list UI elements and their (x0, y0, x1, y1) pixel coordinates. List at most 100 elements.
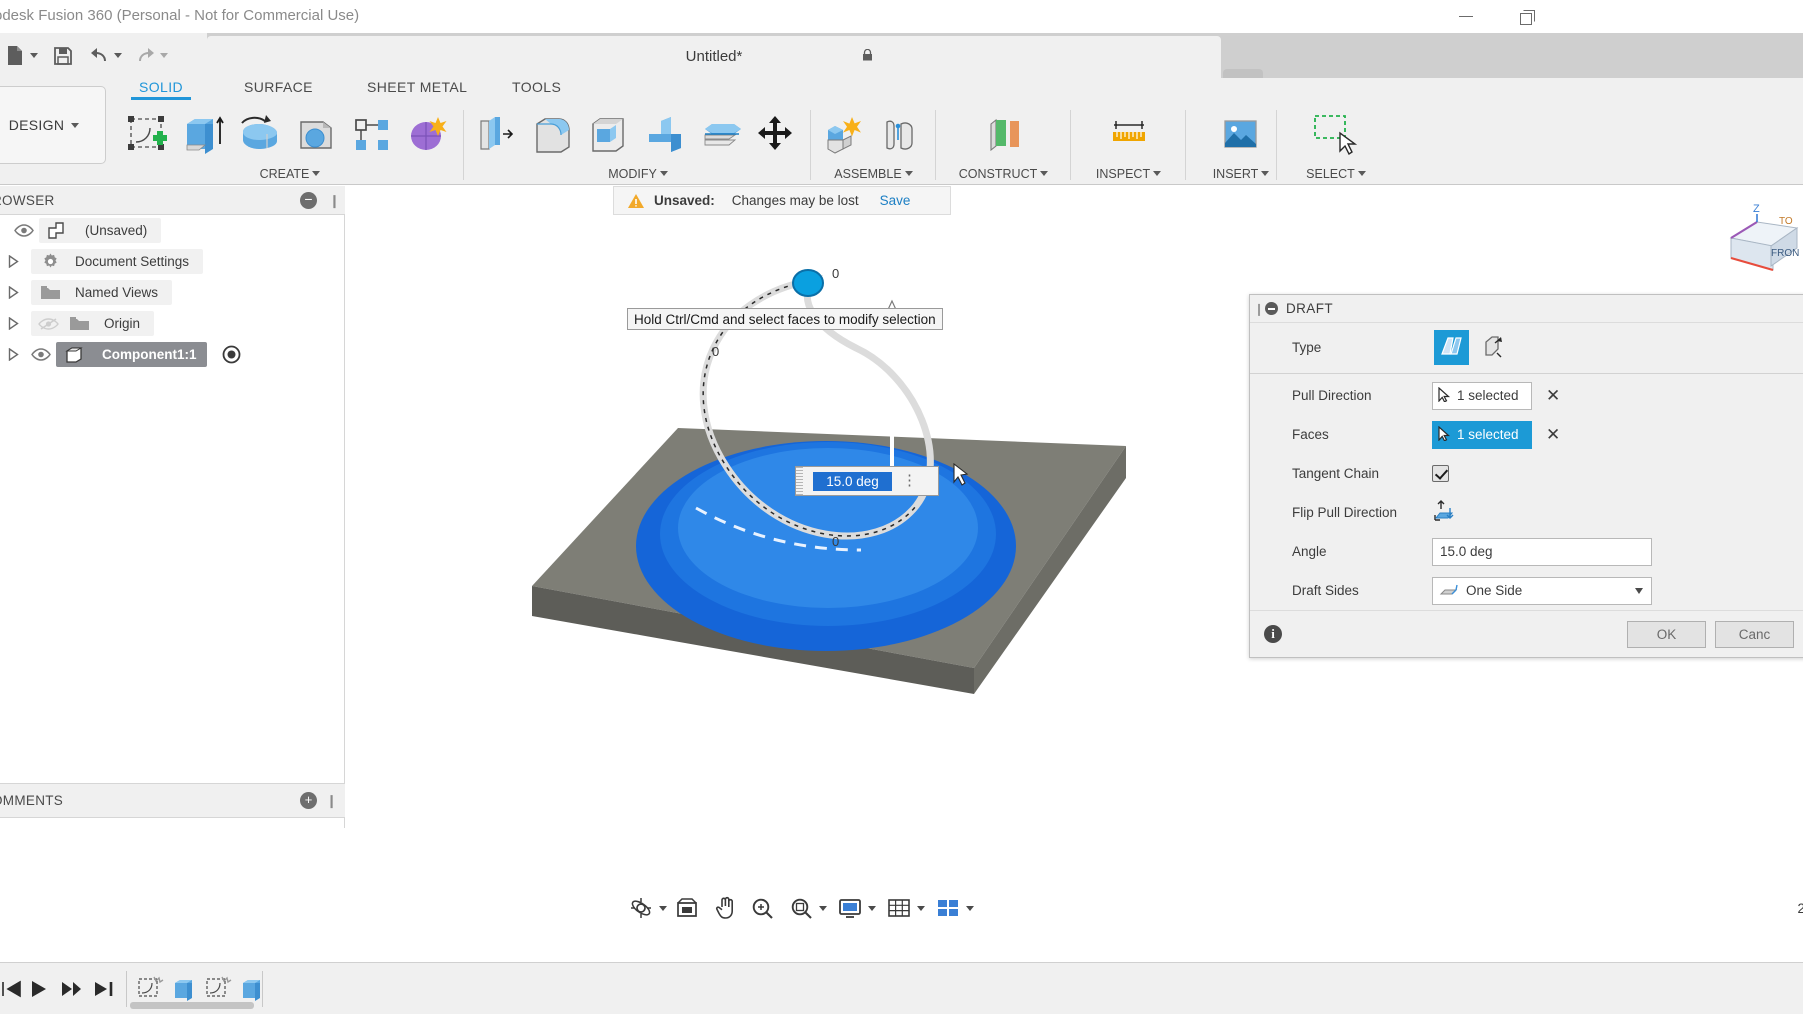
display-settings-icon[interactable] (834, 892, 866, 924)
save-button[interactable] (50, 33, 76, 78)
more-options-icon[interactable]: ⋮ (902, 477, 917, 485)
angle-dimension-input[interactable]: 15.0 deg ⋮ (795, 466, 939, 496)
chevron-down-icon[interactable] (819, 906, 827, 911)
viewports-icon[interactable] (932, 892, 964, 924)
tab-surface[interactable]: SURFACE (244, 79, 313, 95)
chevron-down-icon[interactable] (868, 906, 876, 911)
view-cube[interactable]: Z TO FRON (1703, 194, 1803, 294)
comments-grip-icon[interactable]: ❙ (326, 793, 337, 809)
ribbon-group-modify-label[interactable]: MODIFY (468, 167, 808, 181)
clear-pull-direction-button[interactable]: ✕ (1546, 386, 1560, 406)
new-component-icon[interactable] (816, 106, 872, 164)
browser-item-unsaved[interactable]: (Unsaved) (0, 215, 345, 246)
workspace-selector[interactable]: DESIGN (0, 86, 106, 164)
banner-save-link[interactable]: Save (880, 193, 911, 208)
extrude-feature-icon[interactable] (167, 973, 203, 1005)
browser-item-document-settings[interactable]: Document Settings (0, 246, 345, 277)
create-sketch-icon[interactable] (120, 106, 176, 164)
expand-arrow-icon[interactable] (2, 246, 25, 277)
orbit-icon[interactable] (625, 892, 657, 924)
revolve-icon[interactable] (232, 106, 288, 164)
angle-dimension-value[interactable]: 15.0 deg (813, 472, 892, 491)
tab-sheet-metal[interactable]: SHEET METAL (367, 79, 467, 95)
zoom-icon[interactable] (747, 892, 778, 924)
info-icon[interactable]: i (1264, 625, 1282, 643)
ribbon-group-select-label[interactable]: SELECT (1281, 167, 1391, 181)
extrude-feature-icon[interactable] (235, 973, 271, 1005)
new-file-button[interactable] (2, 33, 44, 78)
measure-icon[interactable] (1101, 106, 1157, 164)
browser-grip-icon[interactable]: ❙ (329, 193, 337, 208)
tangent-chain-checkbox[interactable] (1432, 465, 1449, 482)
ribbon-group-assemble-label[interactable]: ASSEMBLE (816, 167, 931, 181)
sketch-feature-icon[interactable] (201, 973, 237, 1005)
look-at-icon[interactable] (671, 892, 703, 924)
ribbon-group-create-label[interactable]: CREATE (120, 167, 460, 181)
restore-button[interactable] (1503, 0, 1549, 33)
comments-expand-button[interactable]: + (300, 792, 317, 809)
tab-solid[interactable]: SOLID (139, 79, 183, 95)
chevron-down-icon[interactable] (917, 906, 925, 911)
zoom-fit-icon[interactable] (786, 892, 817, 924)
clear-faces-button[interactable]: ✕ (1546, 425, 1560, 445)
document-tab[interactable]: Untitled* (207, 36, 1221, 78)
comments-panel[interactable]: OMMENTS + ❙ (0, 783, 345, 818)
browser-item-origin[interactable]: Origin (0, 308, 345, 339)
visibility-eye-icon[interactable] (25, 339, 56, 370)
offset-plane-icon[interactable] (976, 106, 1032, 164)
chevron-down-icon[interactable] (659, 906, 667, 911)
sketch-feature-icon[interactable] (133, 973, 169, 1005)
chevron-down-icon[interactable] (966, 906, 974, 911)
pattern-icon[interactable] (344, 106, 400, 164)
draft-faces-label: Faces (1292, 427, 1390, 442)
tab-tools[interactable]: TOOLS (512, 79, 561, 95)
visibility-eye-off-icon[interactable] (33, 308, 64, 339)
chevron-down-icon[interactable] (1635, 588, 1643, 594)
extrude-icon[interactable] (176, 106, 232, 164)
ribbon-group-construct-label[interactable]: CONSTRUCT (941, 167, 1066, 181)
visibility-eye-icon[interactable] (8, 215, 39, 246)
browser-collapse-button[interactable]: − (300, 192, 317, 209)
ribbon-group-inspect-label[interactable]: INSPECT (1076, 167, 1181, 181)
press-pull-icon[interactable] (468, 106, 524, 164)
form-icon[interactable] (400, 106, 456, 164)
browser-item-named-views[interactable]: Named Views (0, 277, 345, 308)
timeline-scrollbar[interactable] (130, 1002, 254, 1009)
flip-direction-icon[interactable] (1432, 499, 1456, 526)
faces-select-button[interactable]: 1 selected (1432, 421, 1532, 449)
expand-arrow-icon[interactable] (2, 277, 25, 308)
ok-button[interactable]: OK (1627, 621, 1706, 648)
go-to-end-icon[interactable] (88, 973, 120, 1005)
3d-model[interactable]: 0 0 0 (496, 256, 1196, 816)
draft-sides-select[interactable]: One Side (1432, 577, 1652, 605)
shell-icon[interactable] (580, 106, 636, 164)
joint-icon[interactable] (872, 106, 928, 164)
fillet-icon[interactable] (524, 106, 580, 164)
cancel-button[interactable]: Canc (1715, 621, 1794, 648)
pull-direction-select-button[interactable]: 1 selected (1432, 382, 1532, 410)
browser-item-component1[interactable]: Component1:1 (0, 339, 345, 370)
parting-line-draft-icon[interactable] (1476, 330, 1511, 365)
expand-arrow-icon[interactable] (2, 339, 25, 370)
expand-arrow-icon[interactable] (2, 308, 25, 339)
undo-button[interactable] (86, 33, 128, 78)
insert-image-icon[interactable] (1213, 106, 1269, 164)
play-icon[interactable] (22, 973, 54, 1005)
pan-icon[interactable] (710, 892, 741, 924)
draft-dialog-header[interactable]: ❙ DRAFT (1250, 295, 1803, 323)
scale-icon[interactable] (692, 106, 748, 164)
minimize-button[interactable] (1443, 0, 1489, 33)
drag-grip-icon[interactable] (796, 467, 803, 495)
draft-angle-input[interactable]: 15.0 deg (1432, 538, 1652, 566)
dialog-grip-icon[interactable]: ❙ (1254, 302, 1263, 316)
grid-snap-icon[interactable] (883, 892, 915, 924)
draft-icon[interactable] (636, 106, 692, 164)
step-forward-icon[interactable] (55, 973, 87, 1005)
collapse-icon[interactable] (1265, 302, 1278, 315)
redo-button[interactable] (132, 33, 174, 78)
fixed-plane-draft-icon[interactable] (1434, 330, 1469, 365)
sweep-icon[interactable] (288, 106, 344, 164)
select-window-icon[interactable] (1308, 106, 1364, 164)
activate-component-radio[interactable] (217, 339, 247, 370)
move-copy-icon[interactable] (748, 106, 804, 164)
